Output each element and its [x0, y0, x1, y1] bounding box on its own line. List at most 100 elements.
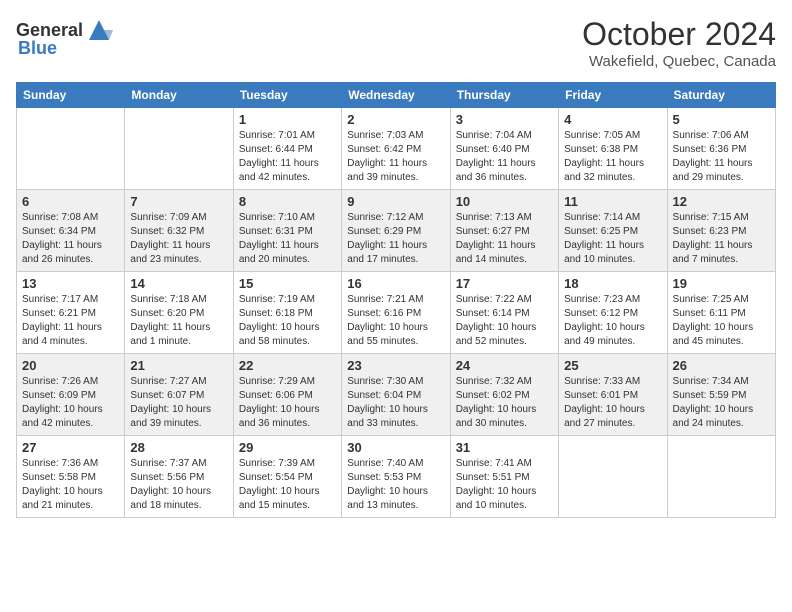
calendar-cell: [667, 436, 775, 518]
day-number: 18: [564, 276, 661, 291]
day-info: Sunrise: 7:34 AM Sunset: 5:59 PM Dayligh…: [673, 375, 770, 431]
day-info: Sunrise: 7:21 AM Sunset: 6:16 PM Dayligh…: [347, 293, 444, 349]
day-number: 26: [673, 358, 770, 373]
day-info: Sunrise: 7:03 AM Sunset: 6:42 PM Dayligh…: [347, 129, 444, 185]
page-header: General Blue October 2024 Wakefield, Que…: [16, 16, 776, 70]
col-header-friday: Friday: [559, 83, 667, 108]
day-info: Sunrise: 7:05 AM Sunset: 6:38 PM Dayligh…: [564, 129, 661, 185]
calendar-cell: 21 Sunrise: 7:27 AM Sunset: 6:07 PM Dayli…: [125, 354, 233, 436]
calendar-cell: 17 Sunrise: 7:22 AM Sunset: 6:14 PM Dayli…: [450, 272, 558, 354]
day-number: 3: [456, 112, 553, 127]
day-info: Sunrise: 7:40 AM Sunset: 5:53 PM Dayligh…: [347, 457, 444, 513]
day-number: 11: [564, 194, 661, 209]
day-info: Sunrise: 7:19 AM Sunset: 6:18 PM Dayligh…: [239, 293, 336, 349]
calendar-cell: 20 Sunrise: 7:26 AM Sunset: 6:09 PM Dayli…: [17, 354, 125, 436]
day-info: Sunrise: 7:22 AM Sunset: 6:14 PM Dayligh…: [456, 293, 553, 349]
day-number: 19: [673, 276, 770, 291]
day-info: Sunrise: 7:14 AM Sunset: 6:25 PM Dayligh…: [564, 211, 661, 267]
day-number: 16: [347, 276, 444, 291]
month-title: October 2024: [582, 16, 776, 53]
day-number: 8: [239, 194, 336, 209]
calendar-cell: 25 Sunrise: 7:33 AM Sunset: 6:01 PM Dayli…: [559, 354, 667, 436]
calendar-cell: 28 Sunrise: 7:37 AM Sunset: 5:56 PM Dayli…: [125, 436, 233, 518]
calendar-cell: 5 Sunrise: 7:06 AM Sunset: 6:36 PM Daylig…: [667, 108, 775, 190]
calendar-cell: 14 Sunrise: 7:18 AM Sunset: 6:20 PM Dayli…: [125, 272, 233, 354]
calendar-cell: 29Sunrise: 7:39 AM Sunset: 5:54 PM Dayli…: [233, 436, 341, 518]
day-info: Sunrise: 7:06 AM Sunset: 6:36 PM Dayligh…: [673, 129, 770, 185]
calendar-cell: 10 Sunrise: 7:13 AM Sunset: 6:27 PM Dayli…: [450, 190, 558, 272]
logo: General Blue: [16, 16, 113, 59]
calendar-cell: 9 Sunrise: 7:12 AM Sunset: 6:29 PM Daylig…: [342, 190, 450, 272]
calendar-cell: 19 Sunrise: 7:25 AM Sunset: 6:11 PM Dayli…: [667, 272, 775, 354]
day-info: Sunrise: 7:36 AM Sunset: 5:58 PM Dayligh…: [22, 457, 119, 513]
calendar-cell: 30Sunrise: 7:40 AM Sunset: 5:53 PM Dayli…: [342, 436, 450, 518]
calendar-week-5: 27Sunrise: 7:36 AM Sunset: 5:58 PM Dayli…: [17, 436, 776, 518]
day-number: 31: [456, 440, 553, 455]
day-number: 22: [239, 358, 336, 373]
day-info: Sunrise: 7:23 AM Sunset: 6:12 PM Dayligh…: [564, 293, 661, 349]
col-header-monday: Monday: [125, 83, 233, 108]
day-info: Sunrise: 7:12 AM Sunset: 6:29 PM Dayligh…: [347, 211, 444, 267]
calendar-cell: 3 Sunrise: 7:04 AM Sunset: 6:40 PM Daylig…: [450, 108, 558, 190]
day-number: 9: [347, 194, 444, 209]
day-info: Sunrise: 7:15 AM Sunset: 6:23 PM Dayligh…: [673, 211, 770, 267]
calendar-cell: 26 Sunrise: 7:34 AM Sunset: 5:59 PM Dayli…: [667, 354, 775, 436]
day-info: Sunrise: 7:30 AM Sunset: 6:04 PM Dayligh…: [347, 375, 444, 431]
calendar-week-1: 1 Sunrise: 7:01 AM Sunset: 6:44 PM Daylig…: [17, 108, 776, 190]
calendar-cell: 6Sunrise: 7:08 AM Sunset: 6:34 PM Daylig…: [17, 190, 125, 272]
col-header-wednesday: Wednesday: [342, 83, 450, 108]
calendar-cell: 22 Sunrise: 7:29 AM Sunset: 6:06 PM Dayli…: [233, 354, 341, 436]
day-number: 17: [456, 276, 553, 291]
calendar-cell: 16 Sunrise: 7:21 AM Sunset: 6:16 PM Dayli…: [342, 272, 450, 354]
day-info: Sunrise: 7:25 AM Sunset: 6:11 PM Dayligh…: [673, 293, 770, 349]
day-number: 20: [22, 358, 119, 373]
calendar-week-4: 20 Sunrise: 7:26 AM Sunset: 6:09 PM Dayli…: [17, 354, 776, 436]
calendar-cell: 7 Sunrise: 7:09 AM Sunset: 6:32 PM Daylig…: [125, 190, 233, 272]
day-info: Sunrise: 7:10 AM Sunset: 6:31 PM Dayligh…: [239, 211, 336, 267]
col-header-saturday: Saturday: [667, 83, 775, 108]
day-info: Sunrise: 7:09 AM Sunset: 6:32 PM Dayligh…: [130, 211, 227, 267]
day-info: Sunrise: 7:04 AM Sunset: 6:40 PM Dayligh…: [456, 129, 553, 185]
col-header-thursday: Thursday: [450, 83, 558, 108]
title-block: October 2024 Wakefield, Quebec, Canada: [582, 16, 776, 70]
col-header-tuesday: Tuesday: [233, 83, 341, 108]
calendar-cell: [559, 436, 667, 518]
day-info: Sunrise: 7:37 AM Sunset: 5:56 PM Dayligh…: [130, 457, 227, 513]
day-info: Sunrise: 7:33 AM Sunset: 6:01 PM Dayligh…: [564, 375, 661, 431]
day-number: 4: [564, 112, 661, 127]
calendar-cell: 27Sunrise: 7:36 AM Sunset: 5:58 PM Dayli…: [17, 436, 125, 518]
header-row: SundayMondayTuesdayWednesdayThursdayFrid…: [17, 83, 776, 108]
day-info: Sunrise: 7:26 AM Sunset: 6:09 PM Dayligh…: [22, 375, 119, 431]
day-number: 23: [347, 358, 444, 373]
day-info: Sunrise: 7:13 AM Sunset: 6:27 PM Dayligh…: [456, 211, 553, 267]
col-header-sunday: Sunday: [17, 83, 125, 108]
day-number: 5: [673, 112, 770, 127]
calendar-cell: 15Sunrise: 7:19 AM Sunset: 6:18 PM Dayli…: [233, 272, 341, 354]
calendar-cell: 2 Sunrise: 7:03 AM Sunset: 6:42 PM Daylig…: [342, 108, 450, 190]
day-number: 12: [673, 194, 770, 209]
day-info: Sunrise: 7:18 AM Sunset: 6:20 PM Dayligh…: [130, 293, 227, 349]
day-number: 28: [130, 440, 227, 455]
logo-icon: [85, 16, 113, 44]
calendar-cell: 31Sunrise: 7:41 AM Sunset: 5:51 PM Dayli…: [450, 436, 558, 518]
day-number: 2: [347, 112, 444, 127]
day-info: Sunrise: 7:08 AM Sunset: 6:34 PM Dayligh…: [22, 211, 119, 267]
calendar-week-3: 13Sunrise: 7:17 AM Sunset: 6:21 PM Dayli…: [17, 272, 776, 354]
day-number: 14: [130, 276, 227, 291]
day-info: Sunrise: 7:29 AM Sunset: 6:06 PM Dayligh…: [239, 375, 336, 431]
day-number: 25: [564, 358, 661, 373]
calendar-cell: 24Sunrise: 7:32 AM Sunset: 6:02 PM Dayli…: [450, 354, 558, 436]
day-number: 29: [239, 440, 336, 455]
calendar-cell: 23 Sunrise: 7:30 AM Sunset: 6:04 PM Dayli…: [342, 354, 450, 436]
calendar-week-2: 6Sunrise: 7:08 AM Sunset: 6:34 PM Daylig…: [17, 190, 776, 272]
calendar-cell: 18 Sunrise: 7:23 AM Sunset: 6:12 PM Dayli…: [559, 272, 667, 354]
day-number: 21: [130, 358, 227, 373]
location-title: Wakefield, Quebec, Canada: [582, 53, 776, 70]
day-info: Sunrise: 7:27 AM Sunset: 6:07 PM Dayligh…: [130, 375, 227, 431]
day-number: 1: [239, 112, 336, 127]
day-number: 7: [130, 194, 227, 209]
day-info: Sunrise: 7:01 AM Sunset: 6:44 PM Dayligh…: [239, 129, 336, 185]
calendar-cell: 12 Sunrise: 7:15 AM Sunset: 6:23 PM Dayli…: [667, 190, 775, 272]
day-number: 10: [456, 194, 553, 209]
calendar-table: SundayMondayTuesdayWednesdayThursdayFrid…: [16, 82, 776, 518]
